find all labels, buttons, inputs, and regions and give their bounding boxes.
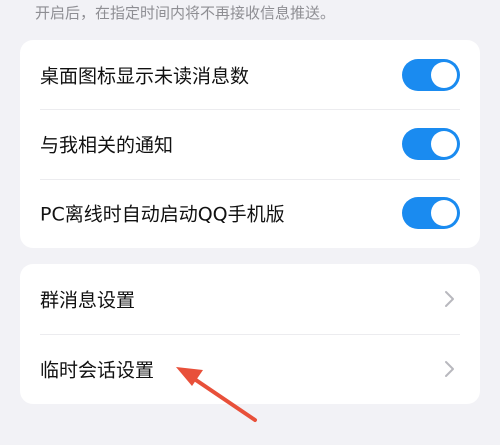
red-arrow-annotation-icon <box>176 367 257 422</box>
